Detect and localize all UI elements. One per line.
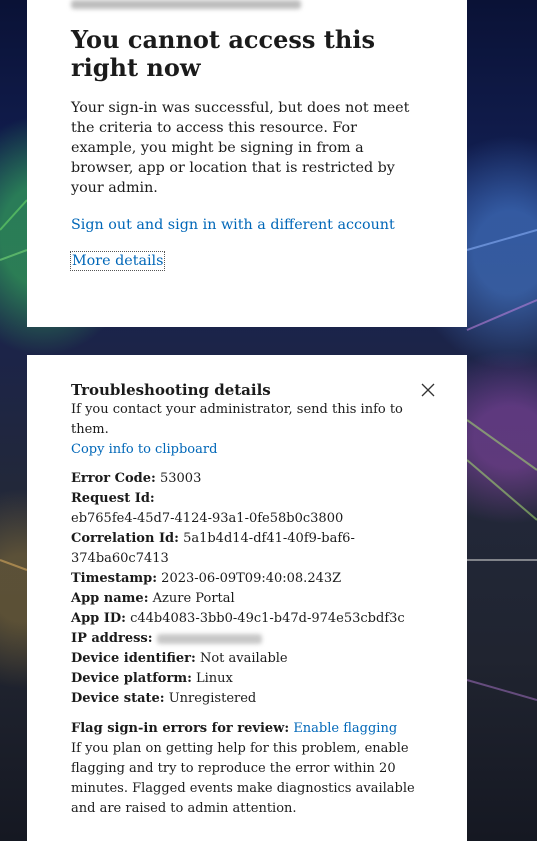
device-identifier-row: Device identifier: Not available (71, 651, 288, 666)
request-id-value: eb765fe4-45d7-4124-93a1-0fe58b0c3800 (71, 511, 344, 526)
device-platform-row: Device platform: Linux (71, 671, 233, 686)
troubleshooting-intro: If you contact your administrator, send … (71, 402, 403, 437)
app-id-row: App ID: c44b4083-3bb0-49c1-b47d-974e53cb… (71, 611, 405, 626)
ip-address-row: IP address: (71, 629, 421, 649)
device-identifier-value: Not available (199, 651, 288, 666)
page-title: You cannot access this right now (71, 25, 375, 82)
more-details-link[interactable]: More details (70, 251, 166, 271)
request-id-row: Request Id: eb765fe4-45d7-4124-93a1-0fe58… (71, 491, 344, 526)
correlation-id-row: Correlation Id: 5a1b4d14-df41-40f9-baf6-… (71, 531, 355, 566)
sign-out-link[interactable]: Sign out and sign in with a different ac… (71, 215, 395, 235)
app-id-value: c44b4083-3bb0-49c1-b47d-974e53cbdf3c (130, 611, 405, 626)
timestamp-value: 2023-06-09T09:40:08.243Z (161, 571, 342, 586)
flagging-description: If you plan on getting help for this pro… (71, 741, 415, 816)
device-state-row: Device state: Unregistered (71, 691, 257, 706)
details-list: Error Code: 53003 Request Id: eb765fe4-45… (71, 469, 421, 709)
error-code-value: 53003 (159, 471, 202, 486)
app-name-row: App name: Azure Portal (71, 591, 235, 606)
copy-info-link[interactable]: Copy info to clipboard (71, 440, 217, 460)
redacted-ip-address (156, 633, 262, 644)
error-code-row: Error Code: 53003 (71, 471, 202, 486)
troubleshooting-title: Troubleshooting details (71, 381, 271, 399)
enable-flagging-link[interactable]: Enable flagging (293, 721, 397, 736)
error-message: Your sign-in was successful, but does no… (71, 100, 410, 196)
troubleshooting-card: Troubleshooting details If you contact y… (27, 355, 467, 841)
flagging-section: Flag sign-in errors for review: Enable f… (71, 719, 421, 819)
flagging-row: Flag sign-in errors for review: Enable f… (71, 721, 398, 736)
redacted-account-name (71, 0, 301, 9)
device-state-value: Unregistered (168, 691, 257, 706)
timestamp-row: Timestamp: 2023-06-09T09:40:08.243Z (71, 571, 342, 586)
device-platform-value: Linux (196, 671, 233, 686)
close-icon[interactable] (420, 382, 436, 398)
app-name-value: Azure Portal (152, 591, 235, 606)
access-denied-card: You cannot access this right now Your si… (27, 0, 467, 327)
